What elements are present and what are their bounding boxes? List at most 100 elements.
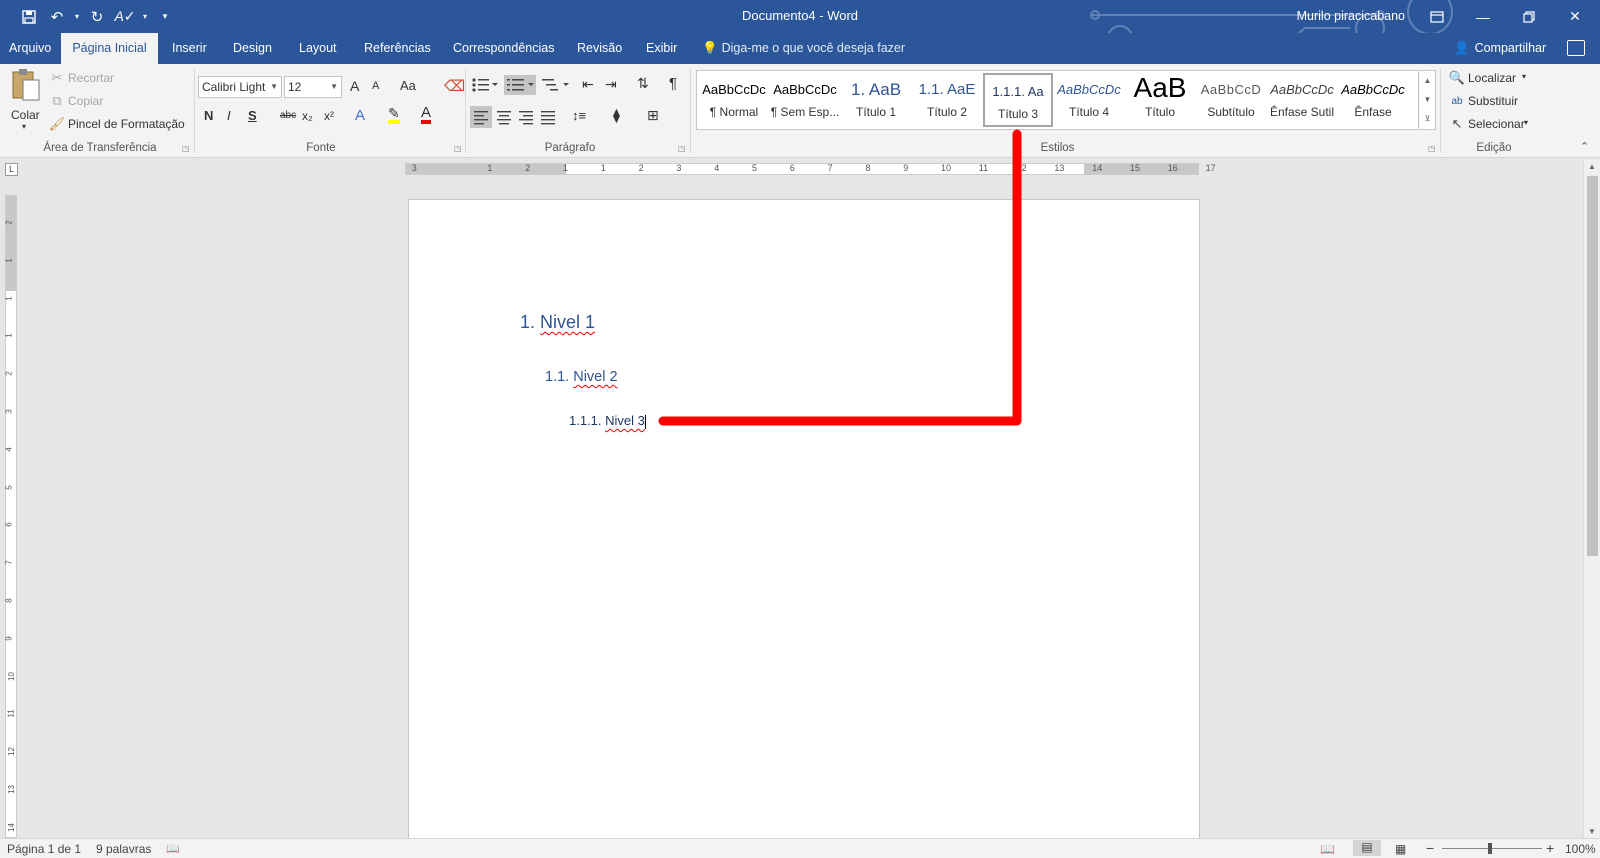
clear-formatting-icon[interactable]: ⌫ bbox=[444, 77, 465, 95]
styles-gallery-scroll[interactable]: ▲ ▼ ⊻ bbox=[1420, 70, 1436, 130]
ruler-number: 4 bbox=[4, 447, 14, 452]
more-styles-icon[interactable]: ⊻ bbox=[1420, 109, 1435, 128]
tab-design[interactable]: Design bbox=[224, 33, 281, 64]
style-normal[interactable]: AaBbCcDc ¶ Normal bbox=[699, 73, 769, 127]
style-emphasis[interactable]: AaBbCcDc Ênfase bbox=[1338, 73, 1408, 127]
style-heading-1[interactable]: 1. AaB Título 1 bbox=[841, 73, 911, 127]
dialog-launcher-icon[interactable]: ◳ bbox=[454, 144, 462, 153]
style-no-spacing[interactable]: AaBbCcDc ¶ Sem Esp... bbox=[770, 73, 840, 127]
select-button[interactable]: Selecionar bbox=[1468, 117, 1525, 131]
copy-button[interactable]: Copiar bbox=[68, 94, 103, 108]
style-title[interactable]: AaB Título bbox=[1125, 73, 1195, 127]
bullets-icon[interactable] bbox=[472, 78, 498, 92]
zoom-out-icon[interactable]: − bbox=[1426, 840, 1434, 856]
change-case-button[interactable]: Aa bbox=[400, 78, 416, 93]
bold-button[interactable]: N bbox=[204, 108, 213, 123]
dialog-launcher-icon[interactable]: ◳ bbox=[1428, 144, 1436, 153]
borders-icon[interactable]: ⊞ bbox=[647, 107, 659, 124]
comments-icon[interactable] bbox=[1567, 40, 1585, 56]
line-spacing-icon[interactable]: ↕≡ bbox=[572, 108, 586, 123]
collapse-ribbon-icon[interactable]: ⌃ bbox=[1580, 140, 1589, 153]
show-paragraph-marks-icon[interactable]: ¶ bbox=[669, 75, 677, 92]
highlight-icon[interactable]: ✎ bbox=[388, 106, 400, 124]
tab-insert[interactable]: Inserir bbox=[163, 33, 216, 64]
proofing-icon[interactable]: 📖 bbox=[166, 842, 180, 855]
scroll-up-icon[interactable]: ▲ bbox=[1420, 71, 1435, 90]
vertical-scrollbar[interactable]: ▲ ▼ bbox=[1583, 160, 1600, 838]
format-painter-button[interactable]: Pincel de Formatação bbox=[68, 117, 185, 131]
tab-review[interactable]: Revisão bbox=[568, 33, 631, 64]
dropdown-arrow-icon[interactable]: ▾ bbox=[1524, 118, 1528, 127]
tab-selector-icon[interactable]: L bbox=[5, 163, 18, 176]
word-count[interactable]: 9 palavras bbox=[96, 842, 151, 856]
superscript-button[interactable]: x² bbox=[324, 109, 334, 123]
tell-me-box[interactable]: 💡 Diga-me o que você deseja fazer bbox=[702, 33, 905, 64]
sort-icon[interactable]: ⇅ bbox=[637, 75, 649, 92]
tab-mailings[interactable]: Correspondências bbox=[444, 33, 563, 64]
font-name-combo[interactable]: Calibri Light ▼ bbox=[198, 76, 282, 98]
style-name: ¶ Sem Esp... bbox=[770, 105, 840, 119]
dropdown-arrow-icon[interactable]: ▾ bbox=[1522, 72, 1526, 81]
shrink-font-button[interactable]: A bbox=[372, 80, 379, 92]
share-button[interactable]: 👤 Compartilhar bbox=[1454, 33, 1546, 64]
page-count[interactable]: Página 1 de 1 bbox=[7, 842, 81, 856]
dialog-launcher-icon[interactable]: ◳ bbox=[182, 144, 190, 153]
document-page[interactable]: 1. Nivel 1 1.1. Nivel 2 1.1.1. Nivel 3 bbox=[408, 199, 1200, 839]
tab-home[interactable]: Página Inicial bbox=[61, 33, 158, 64]
underline-button[interactable]: S bbox=[248, 108, 257, 123]
heading-level-2[interactable]: 1.1. Nivel 2 bbox=[545, 369, 618, 385]
find-button[interactable]: Localizar bbox=[1468, 71, 1516, 85]
style-heading-2[interactable]: 1.1. AaE Título 2 bbox=[912, 73, 982, 127]
paste-button[interactable]: Colar ▾ bbox=[8, 68, 44, 134]
style-heading-4[interactable]: AaBbCcDc Título 4 bbox=[1054, 73, 1124, 127]
align-right-icon[interactable] bbox=[515, 106, 537, 128]
tab-file[interactable]: Arquivo bbox=[0, 33, 60, 64]
zoom-in-icon[interactable]: + bbox=[1546, 840, 1554, 856]
zoom-slider-thumb[interactable] bbox=[1488, 843, 1492, 854]
cut-button[interactable]: Recortar bbox=[68, 71, 114, 85]
style-heading-3[interactable]: 1.1.1. Aa Título 3 bbox=[983, 73, 1053, 127]
ribbon-display-options-icon[interactable] bbox=[1414, 0, 1460, 33]
zoom-level[interactable]: 100% bbox=[1565, 842, 1596, 856]
heading-text: Nivel 3 bbox=[605, 413, 645, 428]
strikethrough-button[interactable]: abc bbox=[280, 110, 296, 121]
dropdown-arrow-icon[interactable]: ▾ bbox=[22, 122, 26, 131]
minimize-icon[interactable]: — bbox=[1460, 0, 1506, 33]
italic-button[interactable]: I bbox=[227, 108, 231, 123]
align-left-icon[interactable] bbox=[470, 106, 492, 128]
vertical-ruler[interactable]: 2 1 1 1 2 3 4 5 6 7 8 9 10 11 12 13 14 bbox=[5, 195, 17, 838]
font-color-icon[interactable]: A bbox=[421, 105, 432, 124]
text-effects-icon[interactable]: A bbox=[355, 107, 365, 124]
justify-icon[interactable] bbox=[537, 106, 559, 128]
user-name[interactable]: Murilo piracicabano bbox=[1297, 9, 1405, 23]
replace-button[interactable]: Substituir bbox=[1468, 94, 1518, 108]
tab-view[interactable]: Exibir bbox=[637, 33, 686, 64]
grow-font-button[interactable]: A bbox=[350, 78, 359, 94]
increase-indent-icon[interactable]: ⇥ bbox=[605, 76, 617, 93]
align-center-icon[interactable] bbox=[493, 106, 515, 128]
restore-icon[interactable] bbox=[1506, 0, 1552, 33]
print-layout-icon[interactable]: ▤ bbox=[1353, 840, 1381, 856]
decrease-indent-icon[interactable]: ⇤ bbox=[582, 76, 594, 93]
subscript-button[interactable]: x₂ bbox=[302, 109, 313, 123]
style-subtle-emphasis[interactable]: AaBbCcDc Ênfase Sutil bbox=[1267, 73, 1337, 127]
heading-level-3[interactable]: 1.1.1. Nivel 3 bbox=[569, 413, 646, 429]
scroll-down-icon[interactable]: ▼ bbox=[1420, 90, 1435, 109]
font-size-combo[interactable]: 12 ▼ bbox=[284, 76, 342, 98]
multilevel-list-icon[interactable] bbox=[542, 78, 570, 92]
scroll-up-icon[interactable]: ▲ bbox=[1588, 162, 1596, 171]
numbering-icon[interactable] bbox=[504, 75, 536, 95]
tab-layout[interactable]: Layout bbox=[290, 33, 346, 64]
tab-references[interactable]: Referências bbox=[355, 33, 440, 64]
zoom-slider[interactable] bbox=[1442, 843, 1542, 854]
scroll-down-icon[interactable]: ▼ bbox=[1588, 827, 1596, 836]
scrollbar-thumb[interactable] bbox=[1587, 176, 1598, 556]
heading-level-1[interactable]: 1. Nivel 1 bbox=[520, 312, 595, 333]
close-icon[interactable]: ✕ bbox=[1552, 0, 1598, 33]
read-mode-icon[interactable]: 📖 bbox=[1320, 842, 1335, 856]
horizontal-ruler[interactable]: 3 1 2 1 1 2 3 4 5 6 7 8 9 10 11 12 13 14 15 16 17 bbox=[405, 163, 1216, 175]
web-layout-icon[interactable]: ▦ bbox=[1395, 842, 1406, 856]
style-subtitle[interactable]: AaBbCcD Subtítulo bbox=[1196, 73, 1266, 127]
shading-icon[interactable]: ⧫ bbox=[613, 107, 620, 124]
dialog-launcher-icon[interactable]: ◳ bbox=[678, 144, 686, 153]
